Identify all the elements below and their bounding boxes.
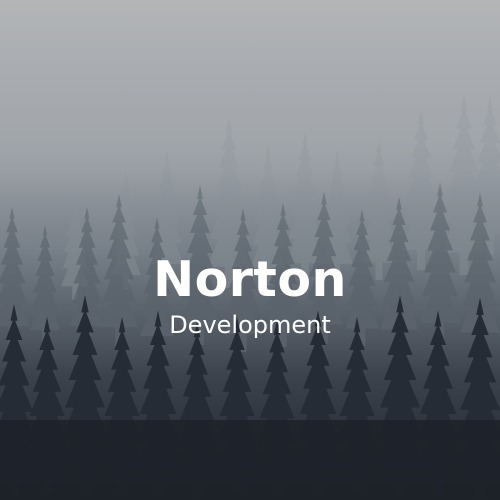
brand-name: Norton: [153, 251, 347, 308]
cover-image: Norton Development: [0, 0, 500, 500]
title-block: Norton Development: [0, 248, 500, 340]
brand-subtitle: Development: [169, 311, 331, 339]
